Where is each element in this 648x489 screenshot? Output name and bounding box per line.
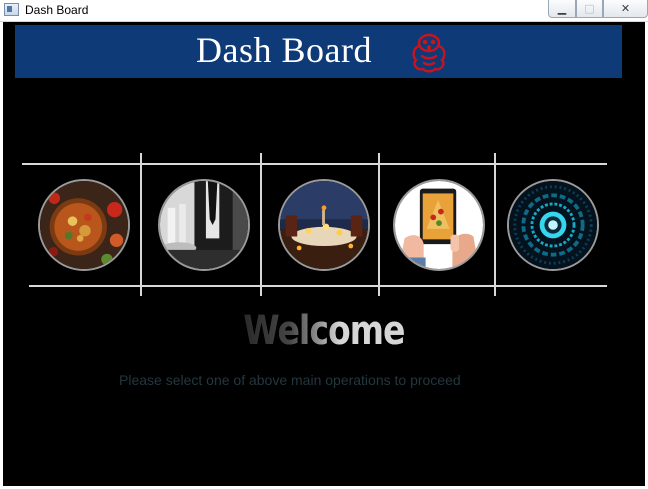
window-title: Dash Board <box>25 3 89 17</box>
candlelight-dinner-photo-icon <box>280 181 368 269</box>
dashboard-content: Dash Board Welcome Please select one of … <box>3 22 645 486</box>
bottom-divider <box>29 285 607 287</box>
close-button[interactable]: ✕ <box>603 0 648 18</box>
food-dish-photo-icon <box>40 181 128 269</box>
top-divider <box>22 163 607 165</box>
column-divider <box>494 153 496 296</box>
maximize-button[interactable]: □ <box>576 0 603 18</box>
tablet-order-photo-icon <box>395 181 483 269</box>
welcome-text: Welcome <box>243 308 405 354</box>
mascot-logo-icon <box>412 33 446 73</box>
app-window-icon <box>4 3 19 16</box>
waiter-tile[interactable] <box>158 179 250 271</box>
window-titlebar: Dash Board ▁ □ ✕ <box>0 0 648 22</box>
page-title: Dash Board <box>196 30 372 70</box>
welcome-heading: Welcome <box>61 308 587 354</box>
window-controls: ▁ □ ✕ <box>548 0 648 20</box>
restaurant-tile[interactable] <box>278 179 370 271</box>
online-order-tile[interactable] <box>393 179 485 271</box>
food-tile[interactable] <box>38 179 130 271</box>
digital-eye-photo-icon <box>509 181 597 269</box>
waiter-photo-icon <box>160 181 248 269</box>
column-divider <box>140 153 142 296</box>
header-banner: Dash Board <box>15 25 622 78</box>
column-divider <box>378 153 380 296</box>
column-divider <box>260 153 262 296</box>
system-tile[interactable] <box>507 179 599 271</box>
minimize-button[interactable]: ▁ <box>548 0 576 18</box>
instruction-text: Please select one of above main operatio… <box>119 372 461 388</box>
